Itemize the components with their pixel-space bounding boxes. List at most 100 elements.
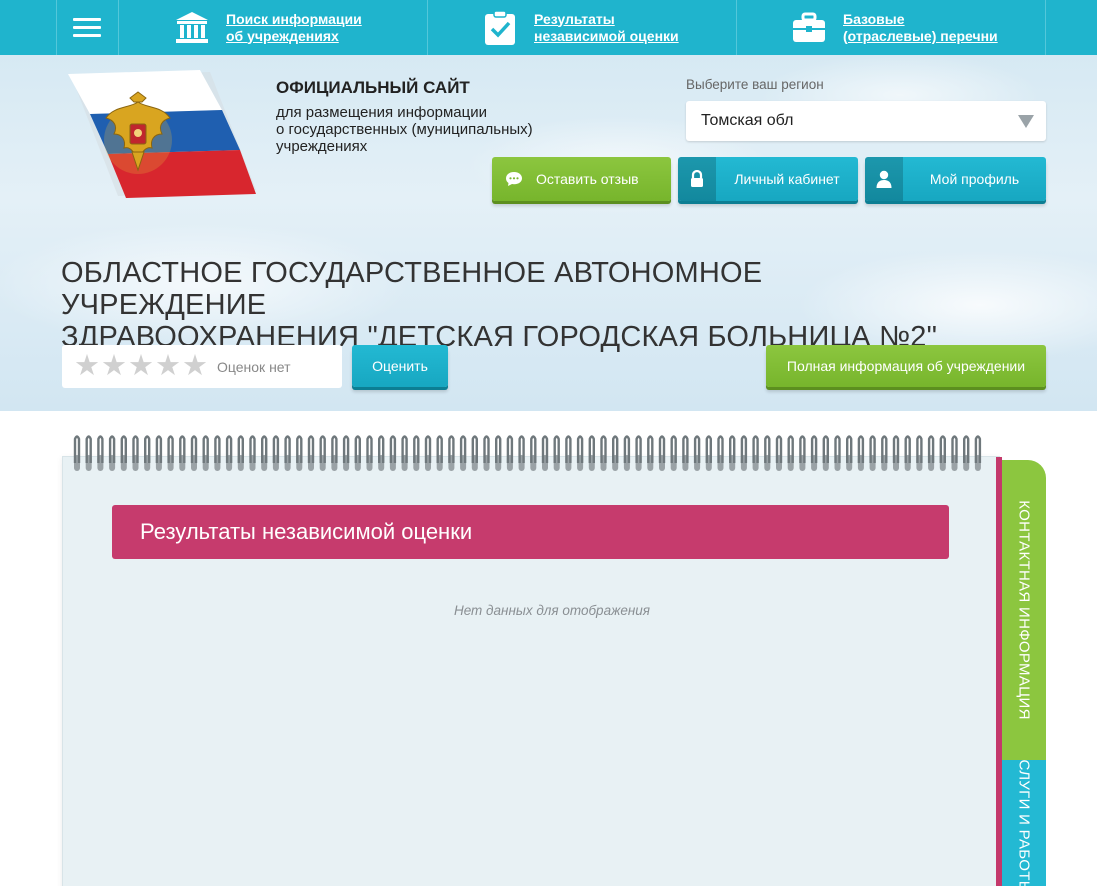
spiral-ring [670,435,677,471]
empty-state-message: Нет данных для отображения [453,603,651,618]
spiral-ring [939,435,946,471]
region-select-value: Томская обл [701,112,794,129]
star-icon[interactable]: ★ [182,352,208,381]
nav-link-independent-evaluation[interactable]: Результаты независимой оценки [480,0,679,55]
site-title: ОФИЦИАЛЬНЫЙ САЙТ [276,78,470,97]
star-icon[interactable]: ★ [101,352,127,381]
spiral-ring [495,435,502,471]
rating-count-text: Оценок нет [217,358,291,375]
russian-flag-emblem-logo [68,70,256,198]
spiral-ring [179,435,186,471]
spiral-ring [787,435,794,471]
spiral-ring [167,435,174,471]
spiral-ring [881,435,888,471]
spiral-ring [892,435,900,471]
spiral-ring [752,435,759,471]
section-header: Результаты независимой оценки [112,505,949,559]
full-info-button[interactable]: Полная информация об учреждении [766,345,1046,387]
spiral-ring [729,435,736,471]
spiral-ring [97,435,104,471]
spiral-ring [132,435,139,471]
spiral-ring [927,435,935,471]
spiral-ring [272,435,280,471]
spiral-ring [284,435,291,471]
spiral-ring [869,435,876,471]
nav-link-label: Результаты независимой оценки [534,10,679,44]
spiral-ring [799,435,806,471]
spiral-ring [249,435,256,471]
spiral-ring [693,435,701,471]
spiral-ring [459,435,467,471]
spiral-ring [225,435,233,471]
nav-link-label: Поиск информации об учреждениях [226,10,362,44]
top-navigation: Поиск информации об учреждениях Результа… [0,0,1097,55]
spiral-ring [296,435,303,471]
rate-button-label: Оценить [372,358,428,374]
tab-services[interactable]: Услуги и работы [1002,742,1046,886]
spiral-ring [506,435,514,471]
spiral-ring [436,435,443,471]
spiral-ring [401,435,408,471]
my-profile-button[interactable]: Мой профиль [865,157,1046,201]
spiral-ring [682,435,689,471]
spiral-ring [717,435,724,471]
spiral-ring [471,435,478,471]
spiral-ring [553,435,560,471]
personal-cabinet-button[interactable]: Личный кабинет [678,157,858,201]
spiral-ring [518,435,525,471]
spiral-ring [846,435,853,471]
star-icon[interactable]: ★ [128,352,154,381]
spiral-ring [202,435,209,471]
spiral-ring [530,435,537,471]
region-label: Выберите ваш регион [686,77,824,92]
spiral-ring [974,435,982,471]
spiral-ring [576,435,584,471]
region-select[interactable]: Томская обл [686,101,1046,141]
spiral-ring [623,435,631,471]
spiral-ring [331,435,338,471]
institution-name: ОБЛАСТНОЕ ГОСУДАРСТВЕННОЕ АВТОНОМНОЕ УЧР… [61,257,938,353]
dropdown-arrow-icon [1018,115,1034,128]
spiral-ring [647,435,654,471]
chat-bubble-icon [492,157,536,201]
leave-feedback-button[interactable]: Оставить отзыв [492,157,671,201]
spiral-ring [389,435,397,471]
spiral-ring [658,435,666,471]
spiral-ring [190,435,198,471]
tab-contact-info[interactable]: Контактная информация [1002,460,1046,760]
spiral-ring [307,435,315,471]
nav-link-label: Базовые (отраслевые) перечни [843,10,998,44]
spiral-ring [834,435,841,471]
full-info-button-label: Полная информация об учреждении [786,358,1026,374]
spiral-ring [775,435,783,471]
spiral-ring [963,435,970,471]
spiral-ring [413,435,420,471]
spiral-ring [366,435,373,471]
section-title: Результаты независимой оценки [140,519,473,544]
spiral-ring [319,435,326,471]
spiral-ring [916,435,923,471]
spiral-ring [237,435,244,471]
site-subtitle: для размещения информации о государствен… [276,104,533,155]
spiral-ring [588,435,595,471]
spiral-ring [483,435,490,471]
spiral-ring [541,435,549,471]
rating-widget: ★ ★ ★ ★ ★ Оценок нет [62,345,342,388]
clipboard-check-icon [480,8,520,48]
tab-contact-info-label: Контактная информация [1015,500,1033,720]
briefcase-icon [789,8,829,48]
spiral-ring [85,435,92,471]
spiral-ring [600,435,607,471]
spiral-ring [565,435,572,471]
spiral-ring [108,435,116,471]
star-icon[interactable]: ★ [74,352,100,381]
user-icon [865,157,903,201]
spiral-ring [144,435,151,471]
nav-link-search-institutions[interactable]: Поиск информации об учреждениях [172,0,362,55]
star-icon[interactable]: ★ [155,352,181,381]
spiral-ring [612,435,619,471]
nav-link-base-lists[interactable]: Базовые (отраслевые) перечни [789,0,998,55]
spiral-ring [424,435,432,471]
rate-button[interactable]: Оценить [352,345,448,387]
hamburger-menu-icon[interactable] [56,0,118,55]
